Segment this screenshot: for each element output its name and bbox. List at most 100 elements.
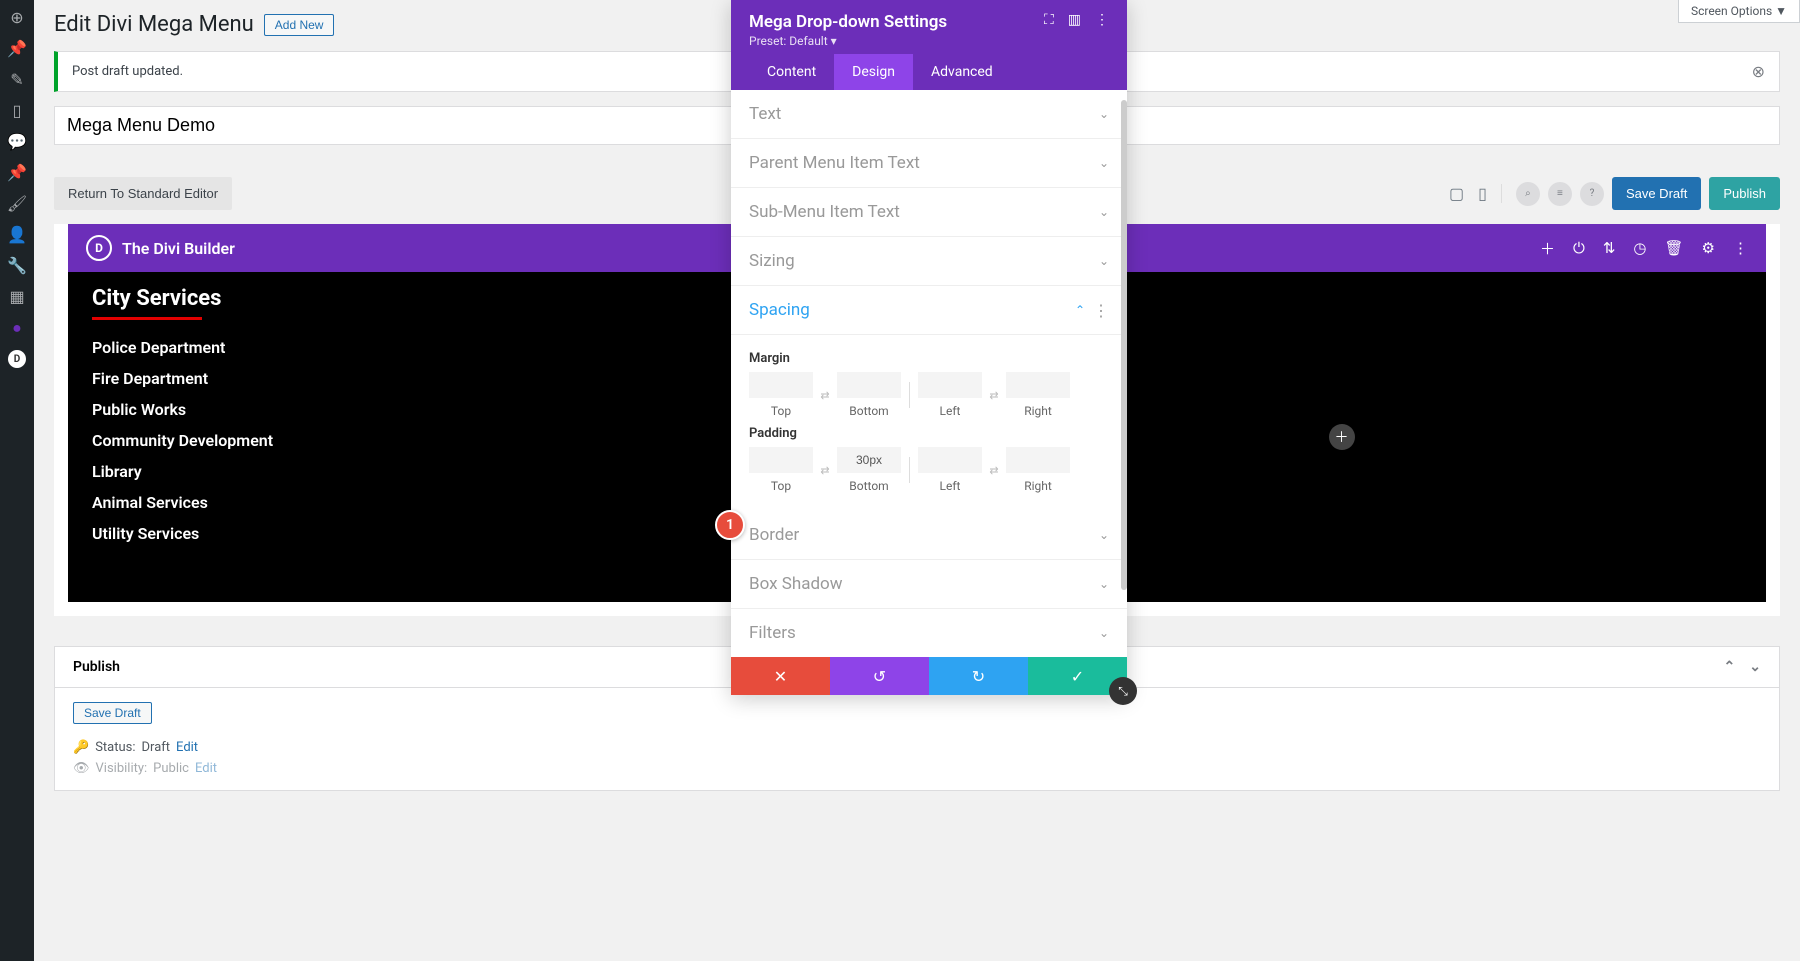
appearance-icon[interactable]: 🖌	[7, 194, 27, 213]
page-title: Edit Divi Mega Menu	[54, 12, 254, 37]
padding-bottom-input[interactable]	[837, 447, 901, 473]
panel-resize-handle[interactable]: ⤡	[1109, 677, 1137, 705]
settings-preset[interactable]: Preset: Default ▾	[749, 34, 947, 48]
builder-sort-icon[interactable]: ⇅	[1603, 239, 1616, 257]
notice-dismiss[interactable]: ⊗	[1752, 62, 1765, 81]
settings-undo-button[interactable]: ↺	[830, 657, 929, 695]
builder-history-icon[interactable]: ◷	[1633, 239, 1646, 257]
link-icon[interactable]: ⇄	[815, 457, 835, 483]
save-draft-button[interactable]: Save Draft	[1612, 177, 1701, 210]
link-icon[interactable]: ⇄	[984, 457, 1004, 483]
users-icon[interactable]: 👤	[7, 225, 27, 244]
section-spacing[interactable]: Spacing ⌃ ⋮	[731, 286, 1127, 335]
zoom-icon[interactable]: ⌕	[1516, 182, 1540, 206]
annotation-badge-1: 1	[715, 510, 745, 540]
section-submenu-label: Sub-Menu Item Text	[749, 202, 900, 222]
status-label: Status:	[95, 740, 135, 755]
help-icon[interactable]: ?	[1580, 182, 1604, 206]
section-submenu-text[interactable]: Sub-Menu Item Text ⌄	[731, 188, 1127, 237]
tab-design[interactable]: Design	[834, 54, 913, 90]
padding-label: Padding	[749, 426, 1109, 441]
section-more-icon[interactable]: ⋮	[1093, 301, 1109, 320]
padding-right-input[interactable]	[1006, 447, 1070, 473]
label-left: Left	[940, 479, 961, 493]
dashboard-icon[interactable]: ⊕	[10, 8, 23, 27]
section-box-shadow[interactable]: Box Shadow ⌄	[731, 560, 1127, 609]
pages-icon[interactable]: ▯	[13, 101, 22, 120]
stack-icon[interactable]: ≡	[1548, 182, 1572, 206]
columns-icon[interactable]: ▥	[1068, 12, 1081, 28]
label-top: Top	[771, 404, 791, 418]
posts-icon[interactable]: ✎	[10, 70, 23, 89]
section-parent-text[interactable]: Parent Menu Item Text ⌄	[731, 139, 1127, 188]
section-text[interactable]: Text ⌄	[731, 90, 1127, 139]
section-text-label: Text	[749, 104, 781, 124]
divi-d-icon[interactable]: D	[8, 350, 26, 368]
key-icon: 🔑	[73, 740, 89, 755]
divi-icon[interactable]: ●	[12, 318, 22, 338]
margin-bottom-input[interactable]	[837, 372, 901, 398]
chevron-down-icon: ⌄	[1099, 528, 1109, 542]
settings-icon[interactable]: ▦	[9, 287, 24, 306]
section-filters-label: Filters	[749, 623, 796, 643]
tab-content[interactable]: Content	[749, 54, 834, 90]
eye-icon: 👁	[73, 761, 90, 776]
section-border[interactable]: Border ⌄	[731, 511, 1127, 560]
section-boxshadow-label: Box Shadow	[749, 574, 843, 594]
chevron-down-icon: ⌄	[1099, 626, 1109, 640]
builder-more-icon[interactable]: ⋮	[1733, 239, 1748, 257]
status-value: Draft	[142, 740, 171, 755]
builder-gear-icon[interactable]: ⚙	[1702, 239, 1715, 257]
screen-options-toggle[interactable]: Screen Options ▼	[1678, 0, 1800, 23]
edit-visibility-link[interactable]: Edit	[195, 761, 217, 776]
metabox-down-icon[interactable]: ⌄	[1749, 659, 1761, 675]
add-new-button[interactable]: Add New	[264, 14, 335, 36]
margin-top-input[interactable]	[749, 372, 813, 398]
section-parent-label: Parent Menu Item Text	[749, 153, 920, 173]
settings-cancel-button[interactable]: ✕	[731, 657, 830, 695]
edit-status-link[interactable]: Edit	[176, 740, 198, 755]
builder-title: The Divi Builder	[122, 239, 235, 258]
heading-underline	[92, 317, 202, 320]
label-right: Right	[1024, 404, 1052, 418]
label-bottom: Bottom	[849, 404, 888, 418]
pin-icon[interactable]: 📌	[7, 39, 27, 58]
device-mobile-icon[interactable]: ▯	[1478, 184, 1487, 203]
panel-scrollbar[interactable]	[1121, 100, 1127, 590]
more-icon[interactable]: ⋮	[1095, 12, 1109, 28]
builder-trash-icon[interactable]: 🗑	[1665, 239, 1684, 257]
pin2-icon[interactable]: 📌	[7, 163, 27, 182]
chevron-down-icon: ⌄	[1099, 107, 1109, 121]
margin-left-input[interactable]	[918, 372, 982, 398]
settings-panel-title: Mega Drop-down Settings	[749, 12, 947, 32]
return-standard-editor-button[interactable]: Return To Standard Editor	[54, 177, 232, 210]
add-module-button[interactable]: ＋	[1329, 424, 1355, 450]
builder-power-icon[interactable]: ⏻	[1573, 239, 1585, 257]
link-icon[interactable]: ⇄	[984, 382, 1004, 408]
label-left: Left	[940, 404, 961, 418]
responsive-icon[interactable]: ⛶	[1044, 12, 1054, 28]
tools-icon[interactable]: 🔧	[7, 256, 27, 275]
section-filters[interactable]: Filters ⌄	[731, 609, 1127, 657]
section-spacing-label: Spacing	[749, 300, 810, 320]
chevron-down-icon: ⌄	[1099, 205, 1109, 219]
device-tablet-icon[interactable]: ▢	[1449, 184, 1464, 203]
margin-label: Margin	[749, 351, 1109, 366]
padding-left-input[interactable]	[918, 447, 982, 473]
wp-admin-sidebar: ⊕ 📌 ✎ ▯ 💬 📌 🖌 👤 🔧 ▦ ● D	[0, 0, 34, 961]
chevron-down-icon: ⌄	[1099, 577, 1109, 591]
metabox-up-icon[interactable]: ⌃	[1724, 659, 1736, 675]
chevron-down-icon: ⌄	[1099, 254, 1109, 268]
visibility-value: Public	[153, 761, 189, 776]
link-icon[interactable]: ⇄	[815, 382, 835, 408]
builder-add-icon[interactable]: ＋	[1540, 238, 1555, 259]
publish-button[interactable]: Publish	[1709, 177, 1780, 210]
tab-advanced[interactable]: Advanced	[913, 54, 1011, 90]
padding-top-input[interactable]	[749, 447, 813, 473]
comments-icon[interactable]: 💬	[7, 132, 27, 151]
save-draft-small-button[interactable]: Save Draft	[73, 702, 152, 724]
section-sizing[interactable]: Sizing ⌄	[731, 237, 1127, 286]
margin-right-input[interactable]	[1006, 372, 1070, 398]
settings-redo-button[interactable]: ↻	[929, 657, 1028, 695]
section-sizing-label: Sizing	[749, 251, 795, 271]
